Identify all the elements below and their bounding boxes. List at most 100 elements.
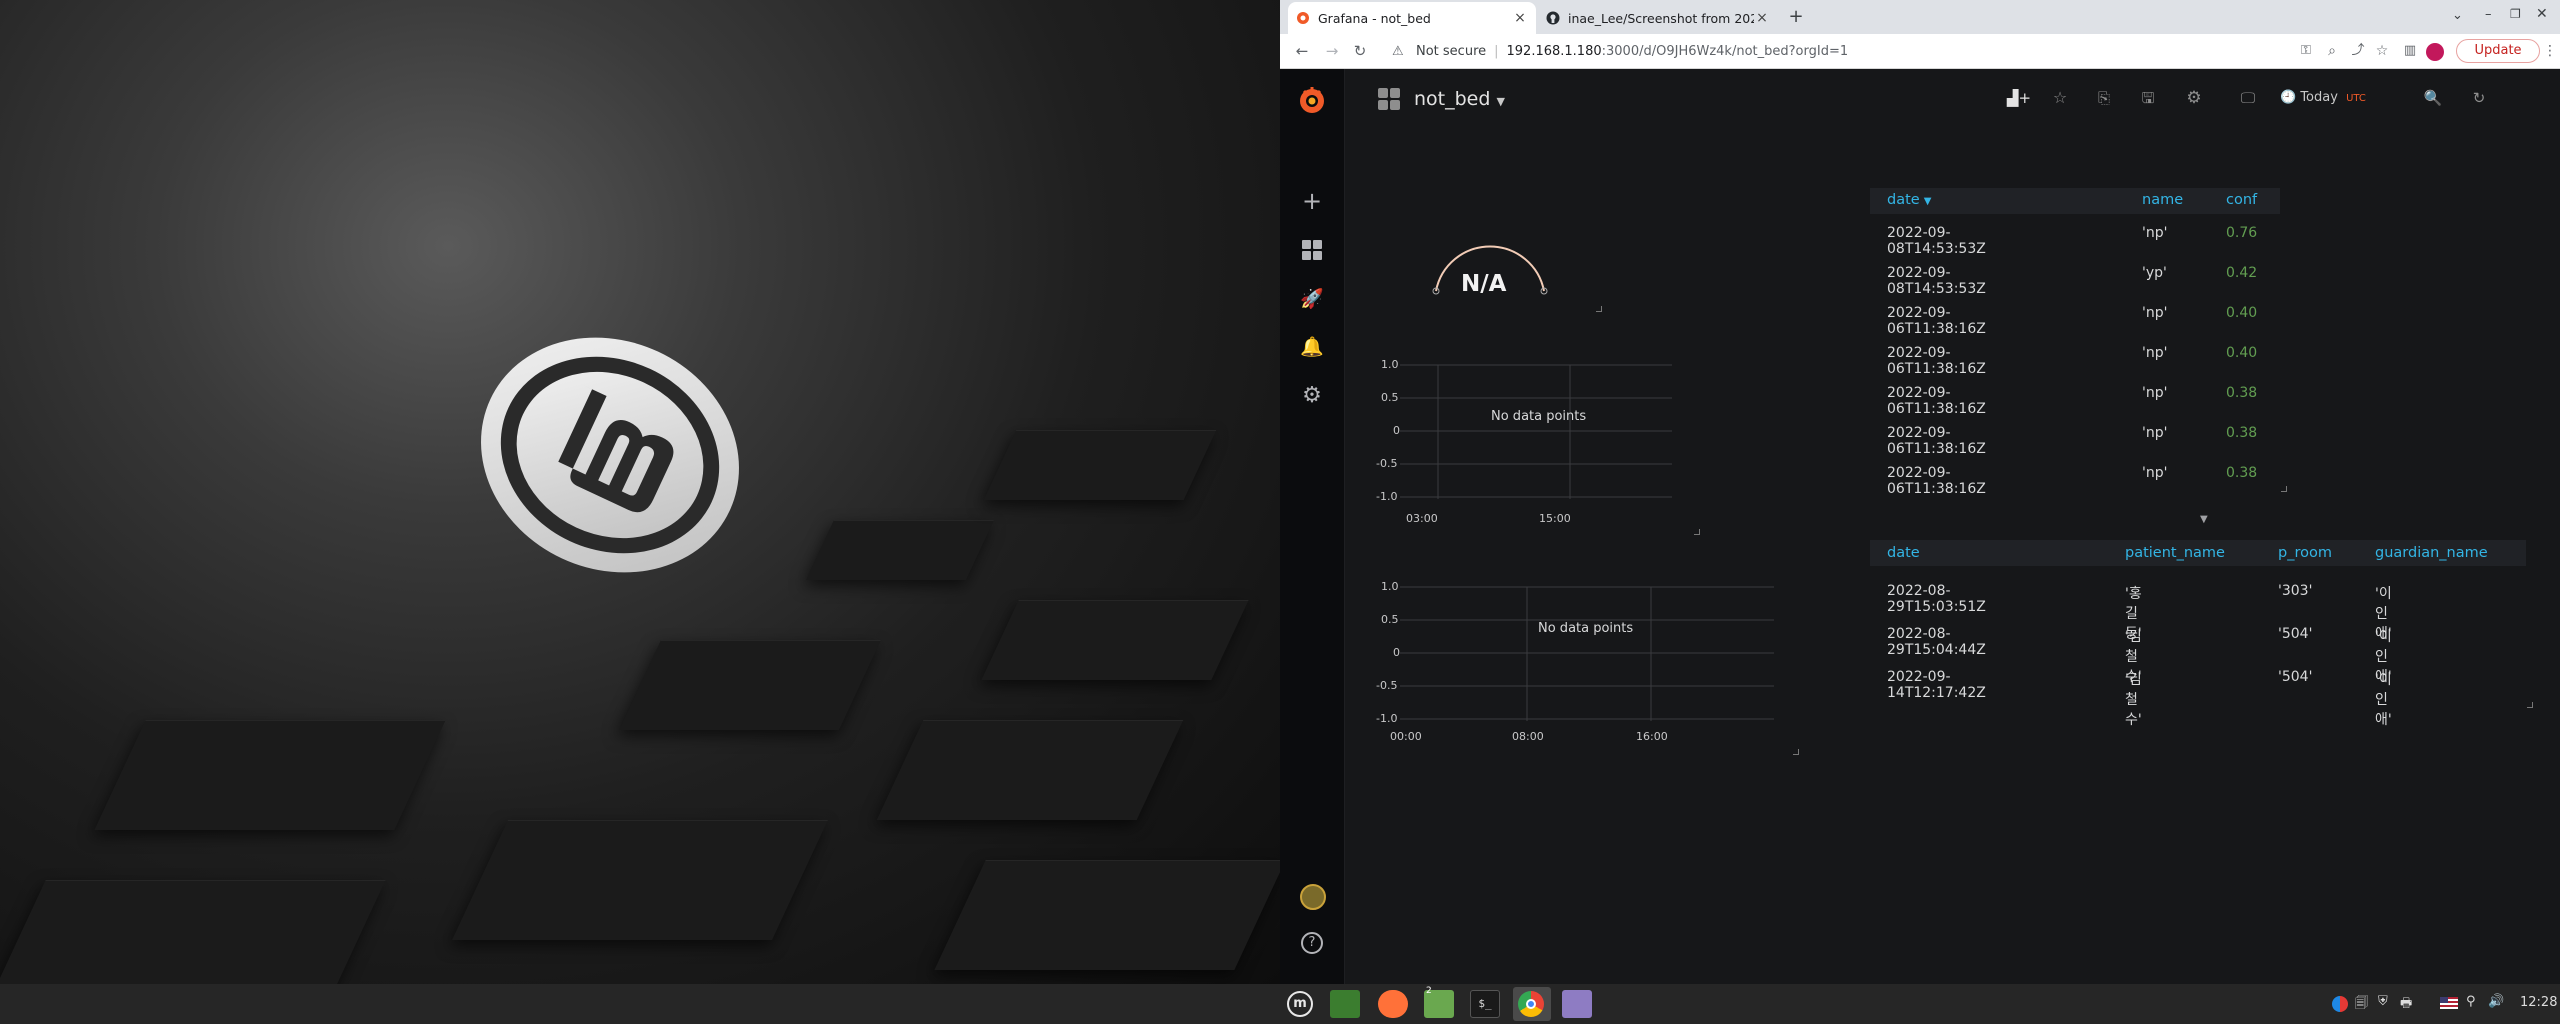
clock[interactable]: 12:28 <box>2520 995 2557 1010</box>
column-header-p-room[interactable]: p_room <box>2278 545 2332 561</box>
wallpaper-tile <box>619 640 881 730</box>
cell-date: 2022-09-06T11:38:16Z <box>1887 425 1986 457</box>
zoom-out-icon[interactable]: 🔍 <box>2415 85 2451 111</box>
no-data-message: No data points <box>1491 409 1587 424</box>
save-icon[interactable]: 🖫 <box>2130 85 2166 111</box>
browser-window: Grafana - not_bed × inae_Lee/Screenshot … <box>1280 0 2560 984</box>
alerting-bell-icon[interactable]: 🔔 <box>1280 335 1344 358</box>
cell-name: 'np' <box>2142 465 2168 481</box>
close-tab-icon[interactable]: × <box>1512 10 1528 26</box>
x-tick: 00:00 <box>1390 730 1422 743</box>
wallpaper-tile <box>983 430 1217 500</box>
cell-conf: 0.38 <box>2226 385 2258 401</box>
url-host: 192.168.1.180 <box>1506 43 1602 59</box>
settings-cog-icon[interactable]: ⚙ <box>2176 85 2212 111</box>
new-tab-button[interactable]: + <box>1786 7 1806 27</box>
column-header-conf[interactable]: conf <box>2226 192 2257 208</box>
column-header-date[interactable]: date <box>1887 545 1920 561</box>
y-tick: -0.5 <box>1376 679 1398 692</box>
close-tab-icon[interactable]: × <box>1754 10 1770 26</box>
cell-date: 2022-09-08T14:53:53Z <box>1887 265 1986 297</box>
volume-icon[interactable]: 🔊 <box>2488 994 2504 1009</box>
show-desktop-icon[interactable] <box>1330 990 1360 1018</box>
refresh-icon[interactable]: ↻ <box>2461 85 2497 111</box>
zoom-icon[interactable]: ⌕ <box>2324 43 2340 59</box>
terminal-icon[interactable]: $_ <box>1470 990 1500 1018</box>
help-icon[interactable]: ? <box>1301 932 1323 954</box>
panel-resize-handle[interactable] <box>2527 702 2533 708</box>
grafana-sidebar: + 🚀 🔔 ⚙ ? <box>1280 69 1345 984</box>
time-range-picker[interactable]: 🕘 Today UTC <box>2280 85 2366 111</box>
address-bar[interactable]: ⚠ Not secure | 192.168.1.180:3000/d/O9JH… <box>1392 38 2282 64</box>
desktop: { "browser": { "tabs": [ {"title": "Graf… <box>0 0 2560 1024</box>
mint-menu-icon[interactable]: m <box>1287 991 1313 1017</box>
wallpaper-tile <box>876 720 1184 820</box>
add-panel-icon[interactable]: ▟+ <box>2001 85 2037 111</box>
column-header-date[interactable]: date ▼ <box>1887 192 1931 208</box>
explore-rocket-icon[interactable]: 🚀 <box>1280 287 1344 310</box>
wallpaper-tile <box>934 860 1280 970</box>
user-avatar[interactable] <box>1300 884 1326 910</box>
printer-icon[interactable]: 🖶 <box>2400 994 2412 1016</box>
tab-search-chevron-icon[interactable]: ⌄ <box>2452 8 2463 23</box>
scroll-down-caret-icon[interactable]: ▼ <box>2200 514 2208 525</box>
table-header-row <box>1870 188 2280 214</box>
text-editor-icon[interactable] <box>1562 990 1592 1018</box>
side-panel-icon[interactable]: ▥ <box>2402 43 2418 59</box>
update-button[interactable]: Update <box>2456 39 2540 63</box>
window-close-icon[interactable]: ✕ <box>2536 6 2548 22</box>
back-icon[interactable]: ← <box>1294 43 1310 59</box>
network-icon[interactable]: ⚲ <box>2466 994 2476 1009</box>
reload-icon[interactable]: ↻ <box>1352 43 1368 59</box>
clipboard-icon[interactable]: 🗐 <box>2355 994 2368 1016</box>
share-icon[interactable]: ⤴ <box>2350 43 2366 59</box>
minimize-icon[interactable]: – <box>2485 7 2492 22</box>
column-header-name[interactable]: name <box>2142 192 2183 208</box>
panel-resize-handle[interactable] <box>1793 749 1799 755</box>
bookmark-star-icon[interactable]: ☆ <box>2374 43 2390 59</box>
desktop-wallpaper <box>0 0 1280 984</box>
tab-bar: Grafana - not_bed × inae_Lee/Screenshot … <box>1280 0 2560 34</box>
panel-resize-handle[interactable] <box>1694 529 1700 535</box>
warning-icon: ⚠ <box>1392 43 1404 59</box>
forward-icon[interactable]: → <box>1324 43 1340 59</box>
us-flag-icon[interactable] <box>2440 997 2458 1009</box>
configuration-gear-icon[interactable]: ⚙ <box>1280 383 1344 408</box>
keyboard-layout-icon[interactable] <box>2332 996 2348 1012</box>
cell-date: 2022-09-06T11:38:16Z <box>1887 305 1986 337</box>
menu-kebab-icon[interactable]: ⋮ <box>2542 43 2558 59</box>
dashboard-title-picker[interactable]: not_bed ▼ <box>1414 88 1505 110</box>
wallpaper-tile <box>0 880 386 984</box>
cell-date: 2022-08-29T15:04:44Z <box>1887 626 1986 658</box>
star-icon[interactable]: ☆ <box>2042 85 2078 111</box>
shield-icon[interactable]: ⛨ <box>2378 994 2388 1009</box>
tab-grafana[interactable]: Grafana - not_bed × <box>1288 2 1536 34</box>
no-data-message: No data points <box>1538 621 1634 636</box>
tv-mode-icon[interactable]: 🖵 <box>2230 85 2266 111</box>
create-plus-icon[interactable]: + <box>1280 187 1344 215</box>
tab-github[interactable]: inae_Lee/Screenshot from 202 × <box>1538 2 1778 34</box>
clock-icon: 🕘 <box>2280 90 2297 105</box>
column-header-guardian-name[interactable]: guardian_name <box>2375 545 2488 561</box>
cell-name: 'np' <box>2142 345 2168 361</box>
column-header-patient-name[interactable]: patient_name <box>2125 545 2225 561</box>
panel-resize-handle[interactable] <box>2281 486 2287 492</box>
x-tick: 16:00 <box>1636 730 1668 743</box>
key-icon[interactable]: ⚿ <box>2298 43 2314 59</box>
dashboard-grid-icon <box>1378 88 1400 110</box>
wallpaper-tile <box>94 720 446 830</box>
share-dashboard-icon[interactable]: ⎘ <box>2086 85 2122 111</box>
firefox-icon[interactable] <box>1378 990 1408 1018</box>
maximize-icon[interactable]: ❐ <box>2510 7 2521 21</box>
cell-conf: 0.40 <box>2226 305 2258 321</box>
cell-name: 'yp' <box>2142 265 2167 281</box>
cell-date: 2022-09-08T14:53:53Z <box>1887 225 1986 257</box>
profile-avatar[interactable] <box>2426 43 2444 61</box>
cell-date: 2022-09-06T11:38:16Z <box>1887 385 1986 417</box>
y-tick: 0.5 <box>1381 613 1399 626</box>
x-tick: 03:00 <box>1406 512 1438 525</box>
chrome-icon[interactable] <box>1518 991 1544 1017</box>
panel-resize-handle[interactable] <box>1596 306 1602 312</box>
grafana-logo-icon[interactable] <box>1296 84 1328 116</box>
dashboards-icon[interactable] <box>1302 240 1322 260</box>
